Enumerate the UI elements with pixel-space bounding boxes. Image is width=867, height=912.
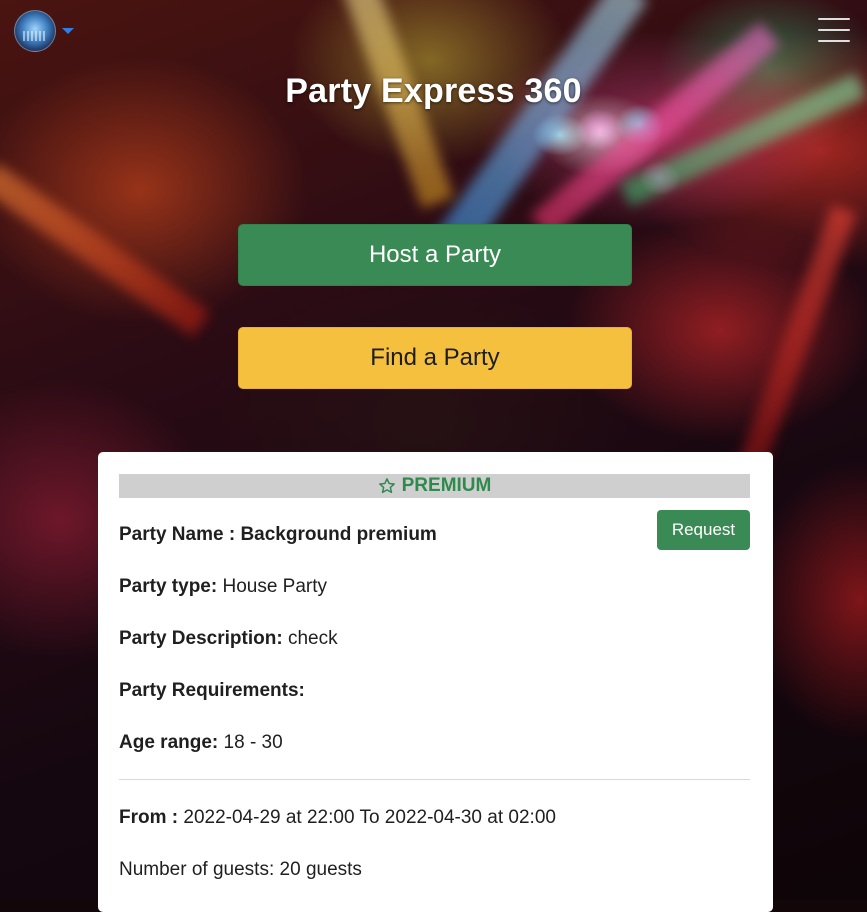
premium-badge-label: PREMIUM [401, 475, 492, 496]
party-type-label: Party type: [119, 576, 218, 597]
find-party-button[interactable]: Find a Party [238, 327, 632, 389]
schedule-row: From : 2022-04-29 at 22:00 To 2022-04-30… [119, 807, 556, 829]
schedule-value: 2022-04-29 at 22:00 To 2022-04-30 at 02:… [183, 807, 556, 828]
host-party-button[interactable]: Host a Party [238, 224, 632, 286]
party-name-value: Background premium [240, 524, 437, 545]
party-type-value: House Party [222, 576, 328, 597]
party-description-row: Party Description: check [119, 628, 338, 650]
chevron-down-icon [62, 28, 74, 34]
guests-row: Number of guests: 20 guests [119, 859, 362, 881]
star-outline-icon [378, 478, 395, 494]
age-range-value: 18 - 30 [223, 732, 283, 753]
user-menu-toggle[interactable] [14, 10, 74, 52]
guests-value: 20 guests [279, 859, 362, 880]
page-title: Party Express 360 [285, 72, 582, 110]
party-requirements-label: Party Requirements: [119, 680, 305, 701]
card-divider [119, 779, 750, 780]
request-button[interactable]: Request [657, 510, 750, 550]
party-type-row: Party type: House Party [119, 576, 327, 598]
party-name-row: Party Name : Background premium [119, 524, 437, 546]
schedule-label: From : [119, 807, 184, 828]
age-range-row: Age range: 18 - 30 [119, 732, 283, 754]
hamburger-menu-icon[interactable] [818, 16, 850, 44]
party-card: PREMIUM Request Party Name : Background … [98, 452, 773, 912]
party-description-label: Party Description: [119, 628, 283, 649]
party-requirements-row: Party Requirements: [119, 680, 305, 702]
user-avatar-icon[interactable] [14, 10, 56, 52]
party-name-label: Party Name : [119, 524, 241, 545]
party-description-value: check [287, 628, 338, 649]
guests-label: Number of guests: [119, 859, 280, 880]
premium-badge: PREMIUM [119, 474, 750, 498]
age-range-label: Age range: [119, 732, 219, 753]
